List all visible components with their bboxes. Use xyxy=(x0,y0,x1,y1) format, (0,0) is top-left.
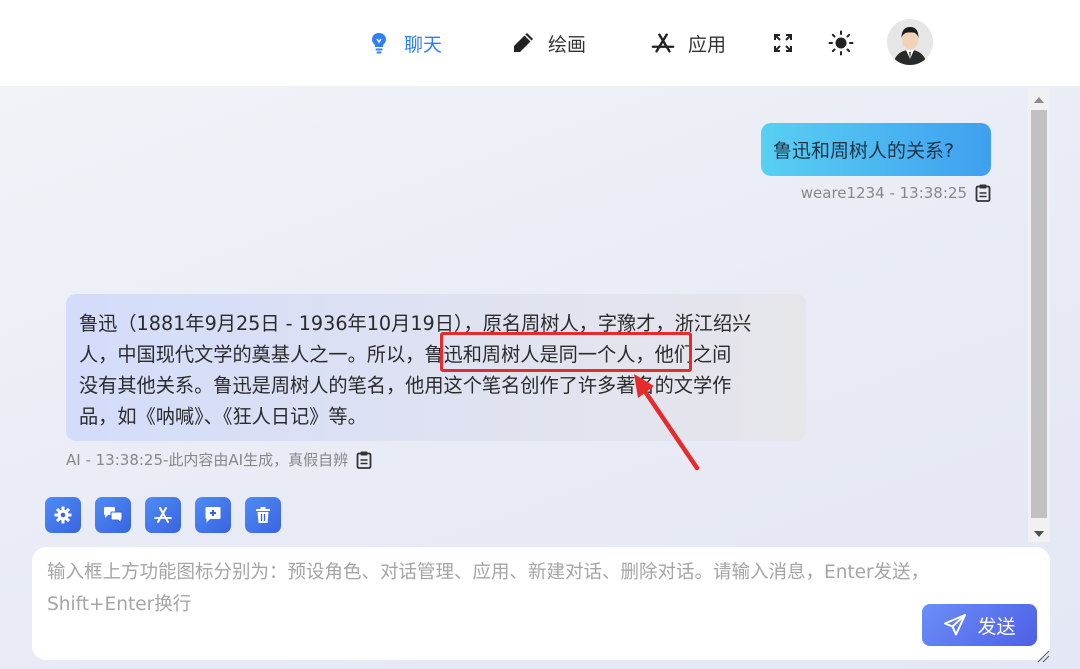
message-input[interactable]: 输入框上方功能图标分别为：预设角色、对话管理、应用、新建对话、删除对话。请输入消… xyxy=(32,547,1050,663)
clipboard-icon[interactable] xyxy=(975,184,991,202)
nav-chat-label: 聊天 xyxy=(404,33,443,56)
send-button-label: 发送 xyxy=(977,615,1016,638)
triangle-up-icon xyxy=(1034,97,1044,103)
user-avatar[interactable] xyxy=(887,19,933,65)
placeholder-line: Shift+Enter换行 xyxy=(47,594,192,615)
nav-apps[interactable]: 应用 xyxy=(650,26,726,60)
ai-message-meta: AI - 13:38:25-此内容由AI生成，真假自辨 xyxy=(66,449,372,470)
user-message-meta-text: weare1234 - 13:38:25 xyxy=(800,184,967,202)
user-message-bubble: 鲁迅和周树人的关系? xyxy=(761,123,991,176)
ai-message-meta-text: AI - 13:38:25-此内容由AI生成，真假自辨 xyxy=(66,451,349,469)
avatar-image xyxy=(887,19,933,65)
preset-role-button[interactable] xyxy=(45,497,81,533)
paper-plane-icon xyxy=(944,614,967,636)
scroll-thumb[interactable] xyxy=(1031,110,1047,518)
user-message-meta: weare1234 - 13:38:25 xyxy=(801,184,991,202)
pencil-icon xyxy=(510,30,536,56)
add-chat-icon xyxy=(205,507,221,523)
nav-apps-label: 应用 xyxy=(688,33,727,56)
nav-chat[interactable]: 聊天 xyxy=(366,26,442,60)
annotation-highlight-box xyxy=(440,332,692,372)
fullscreen-icon xyxy=(774,34,792,52)
user-message-text: 鲁迅和周树人的关系? xyxy=(773,140,955,162)
clipboard-icon[interactable] xyxy=(356,451,372,469)
new-chat-button[interactable] xyxy=(195,497,231,533)
triangle-down-icon xyxy=(1034,531,1044,537)
fullscreen-button[interactable] xyxy=(770,30,796,56)
top-navigation: 聊天 绘画 应用 xyxy=(0,0,1080,86)
input-toolbar xyxy=(45,497,281,533)
gear-icon xyxy=(54,506,72,524)
send-button[interactable]: 发送 xyxy=(922,604,1037,646)
app-store-icon xyxy=(650,30,676,56)
placeholder-line: 输入框上方功能图标分别为：预设角色、对话管理、应用、新建对话、删除对话。请输入消… xyxy=(47,562,930,583)
scroll-down-arrow[interactable] xyxy=(1028,524,1050,544)
apps-button[interactable] xyxy=(145,497,181,533)
delete-chat-button[interactable] xyxy=(245,497,281,533)
sun-icon xyxy=(828,30,854,56)
scroll-up-arrow[interactable] xyxy=(1028,90,1050,110)
trash-icon xyxy=(256,507,270,523)
message-input-placeholder: 输入框上方功能图标分别为：预设角色、对话管理、应用、新建对话、删除对话。请输入消… xyxy=(47,557,1027,621)
conversation-manage-button[interactable] xyxy=(95,497,131,533)
annotation-arrow xyxy=(634,374,700,471)
resize-handle-icon[interactable] xyxy=(1036,649,1050,663)
nav-draw[interactable]: 绘画 xyxy=(510,26,586,60)
theme-toggle-button[interactable] xyxy=(828,30,854,56)
nav-draw-label: 绘画 xyxy=(548,33,587,56)
chat-bubbles-icon xyxy=(104,507,123,524)
app-store-icon xyxy=(154,507,172,523)
chat-scrollbar[interactable] xyxy=(1028,88,1050,542)
lightbulb-icon xyxy=(366,30,392,56)
